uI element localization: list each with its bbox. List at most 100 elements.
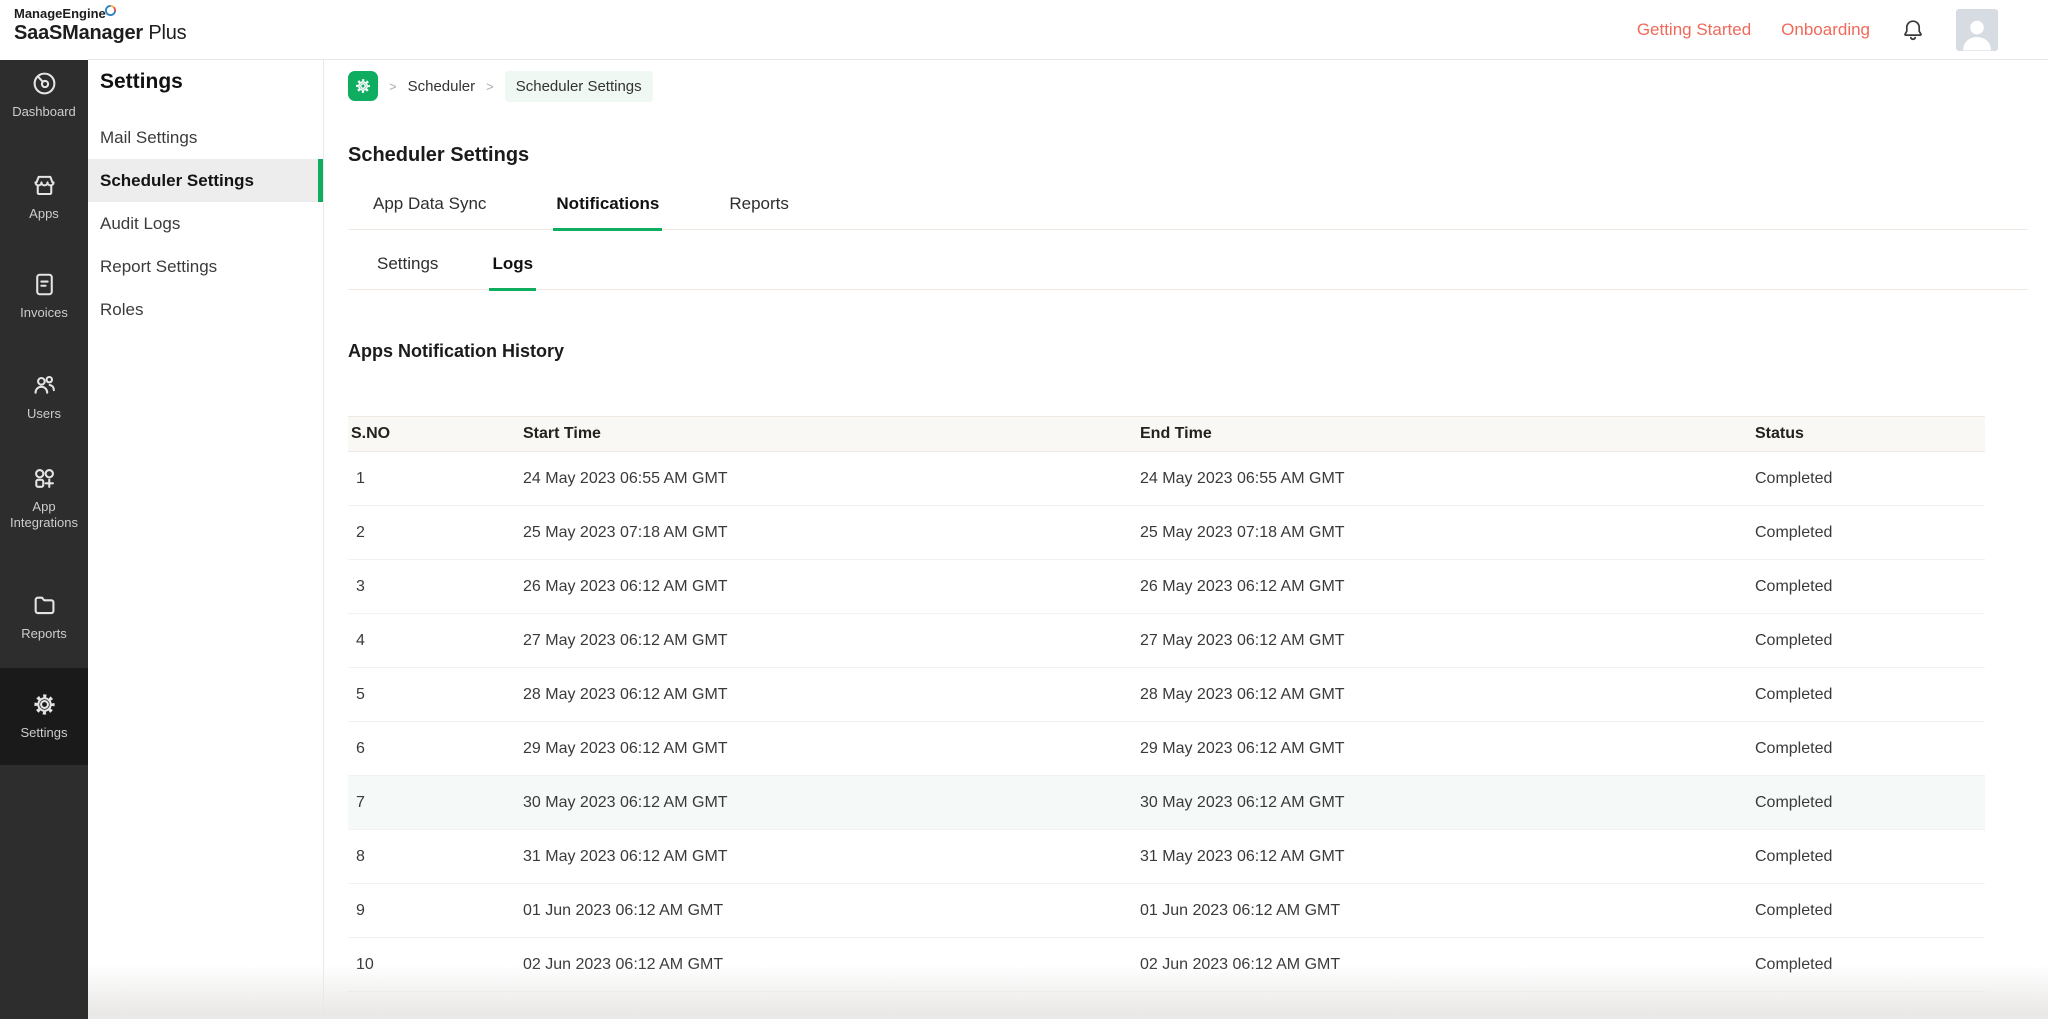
app-logo[interactable]: ManageEngine SaaSManager Plus — [14, 4, 187, 45]
subtab-settings[interactable]: Settings — [374, 254, 441, 289]
brand-company-row: ManageEngine — [14, 4, 186, 21]
cell-sno: 4 — [348, 613, 523, 668]
cell-start-time: 26 May 2023 06:12 AM GMT — [523, 559, 1140, 614]
cell-end-time: 25 May 2023 07:18 AM GMT — [1140, 505, 1755, 560]
settings-menu-panel: Settings Mail Settings Scheduler Setting… — [88, 60, 324, 1019]
sidebar-item-label: Invoices — [20, 305, 68, 320]
gear-icon — [356, 79, 370, 93]
sidebar-item-invoices[interactable]: Invoices — [0, 271, 88, 321]
cell-end-time: 30 May 2023 06:12 AM GMT — [1140, 775, 1755, 830]
tab-notifications[interactable]: Notifications — [553, 194, 663, 231]
cell-end-time: 01 Jun 2023 06:12 AM GMT — [1140, 883, 1755, 938]
sidebar-item-apps[interactable]: Apps — [0, 172, 88, 222]
breadcrumb-item-scheduler[interactable]: Scheduler — [408, 78, 476, 95]
cell-end-time: 27 May 2023 06:12 AM GMT — [1140, 613, 1755, 668]
cell-sno: 5 — [348, 667, 523, 722]
table-row[interactable]: 6 29 May 2023 06:12 AM GMT 29 May 2023 0… — [348, 721, 1985, 776]
brand-product-regular: Plus — [148, 22, 187, 44]
cell-start-time: 24 May 2023 06:55 AM GMT — [523, 451, 1140, 506]
cell-start-time: 31 May 2023 06:12 AM GMT — [523, 829, 1140, 884]
cell-sno: 10 — [348, 937, 523, 992]
menu-item-audit-logs[interactable]: Audit Logs — [88, 202, 323, 245]
onboarding-link[interactable]: Onboarding — [1781, 20, 1870, 40]
cell-status: Completed — [1755, 775, 1985, 830]
getting-started-link[interactable]: Getting Started — [1637, 20, 1751, 40]
breadcrumb-gear-badge[interactable] — [348, 71, 378, 101]
apps-storefront-icon — [31, 172, 58, 199]
sidebar-item-reports[interactable]: Reports — [0, 592, 88, 642]
avatar[interactable] — [1956, 9, 1998, 51]
cell-status: Completed — [1755, 559, 1985, 614]
users-icon — [31, 372, 58, 399]
sidebar-item-label: Settings — [20, 725, 68, 741]
main-content: > Scheduler > Scheduler Settings Schedul… — [324, 60, 2048, 1019]
breadcrumb: > Scheduler > Scheduler Settings — [348, 68, 2028, 104]
menu-item-scheduler-settings[interactable]: Scheduler Settings — [88, 159, 323, 202]
cell-start-time: 02 Jun 2023 06:12 AM GMT — [523, 937, 1140, 992]
cell-start-time: 29 May 2023 06:12 AM GMT — [523, 721, 1140, 776]
cell-end-time: 31 May 2023 06:12 AM GMT — [1140, 829, 1755, 884]
notification-bell-icon[interactable] — [1900, 17, 1926, 43]
subtab-logs[interactable]: Logs — [489, 254, 536, 291]
reports-folder-icon — [31, 592, 58, 619]
column-header-start-time: Start Time — [523, 416, 1140, 452]
cell-sno: 3 — [348, 559, 523, 614]
cell-start-time: 01 Jun 2023 06:12 AM GMT — [523, 883, 1140, 938]
cell-sno: 8 — [348, 829, 523, 884]
settings-menu-list: Mail Settings Scheduler Settings Audit L… — [88, 116, 323, 331]
cell-end-time: 28 May 2023 06:12 AM GMT — [1140, 667, 1755, 722]
cell-end-time: 24 May 2023 06:55 AM GMT — [1140, 451, 1755, 506]
sidebar-item-app-integrations[interactable]: App Integrations — [0, 465, 88, 532]
cell-status: Completed — [1755, 937, 1985, 992]
topbar-actions: Getting Started Onboarding — [1637, 0, 1998, 60]
cell-status: Completed — [1755, 829, 1985, 884]
table-row[interactable]: 8 31 May 2023 06:12 AM GMT 31 May 2023 0… — [348, 829, 1985, 884]
subtab-bar: Settings Logs — [348, 230, 2028, 291]
sidebar-item-label: Dashboard — [12, 104, 76, 119]
cell-sno: 7 — [348, 775, 523, 830]
table-row[interactable]: 5 28 May 2023 06:12 AM GMT 28 May 2023 0… — [348, 667, 1985, 722]
table-row[interactable]: 2 25 May 2023 07:18 AM GMT 25 May 2023 0… — [348, 505, 1985, 560]
menu-item-roles[interactable]: Roles — [88, 288, 323, 331]
cell-end-time: 29 May 2023 06:12 AM GMT — [1140, 721, 1755, 776]
avatar-person-icon — [1963, 20, 1991, 51]
top-header: ManageEngine SaaSManager Plus Getting St… — [0, 0, 2048, 60]
cell-status: Completed — [1755, 505, 1985, 560]
table-row[interactable]: 3 26 May 2023 06:12 AM GMT 26 May 2023 0… — [348, 559, 1985, 614]
cell-end-time: 02 Jun 2023 06:12 AM GMT — [1140, 937, 1755, 992]
section-title: Apps Notification History — [348, 341, 565, 361]
brand-company: ManageEngine — [14, 6, 106, 21]
sidebar-item-dashboard[interactable]: Dashboard — [0, 70, 88, 120]
cell-status: Completed — [1755, 667, 1985, 722]
sidebar-item-users[interactable]: Users — [0, 372, 88, 422]
table-row[interactable]: 1 24 May 2023 06:55 AM GMT 24 May 2023 0… — [348, 451, 1985, 506]
table-row[interactable]: 9 01 Jun 2023 06:12 AM GMT 01 Jun 2023 0… — [348, 883, 1985, 938]
table-row[interactable]: 4 27 May 2023 06:12 AM GMT 27 May 2023 0… — [348, 613, 1985, 668]
breadcrumb-separator: > — [486, 78, 494, 94]
brand-swirl-icon — [104, 4, 116, 16]
cell-sno: 9 — [348, 883, 523, 938]
menu-item-report-settings[interactable]: Report Settings — [88, 245, 323, 288]
cell-start-time: 25 May 2023 07:18 AM GMT — [523, 505, 1140, 560]
table-row[interactable]: 10 02 Jun 2023 06:12 AM GMT 02 Jun 2023 … — [348, 937, 1985, 992]
table-row[interactable]: 7 30 May 2023 06:12 AM GMT 30 May 2023 0… — [348, 775, 1985, 830]
cell-sno: 1 — [348, 451, 523, 506]
tab-reports[interactable]: Reports — [726, 194, 792, 229]
column-header-sno: S.NO — [348, 416, 523, 452]
menu-item-mail-settings[interactable]: Mail Settings — [88, 116, 323, 159]
cell-status: Completed — [1755, 883, 1985, 938]
invoices-document-icon — [31, 271, 58, 298]
sidebar-item-label: Reports — [21, 626, 67, 641]
brand-product-bold: SaaSManager — [14, 22, 143, 44]
sidebar-item-label: App Integrations — [10, 499, 78, 531]
column-header-end-time: End Time — [1140, 416, 1755, 452]
sidebar-item-label: Users — [27, 406, 61, 421]
primary-sidebar: Dashboard Apps Invoices Users App Integr… — [0, 60, 88, 1019]
app-window: ManageEngine SaaSManager Plus Getting St… — [0, 0, 2048, 1019]
cell-status: Completed — [1755, 721, 1985, 776]
sidebar-item-settings[interactable]: Settings — [0, 668, 88, 765]
notification-history-table: S.NO Start Time End Time Status 1 24 May… — [348, 416, 1985, 992]
dashboard-icon — [31, 70, 58, 97]
cell-start-time: 28 May 2023 06:12 AM GMT — [523, 667, 1140, 722]
tab-app-data-sync[interactable]: App Data Sync — [370, 194, 489, 229]
